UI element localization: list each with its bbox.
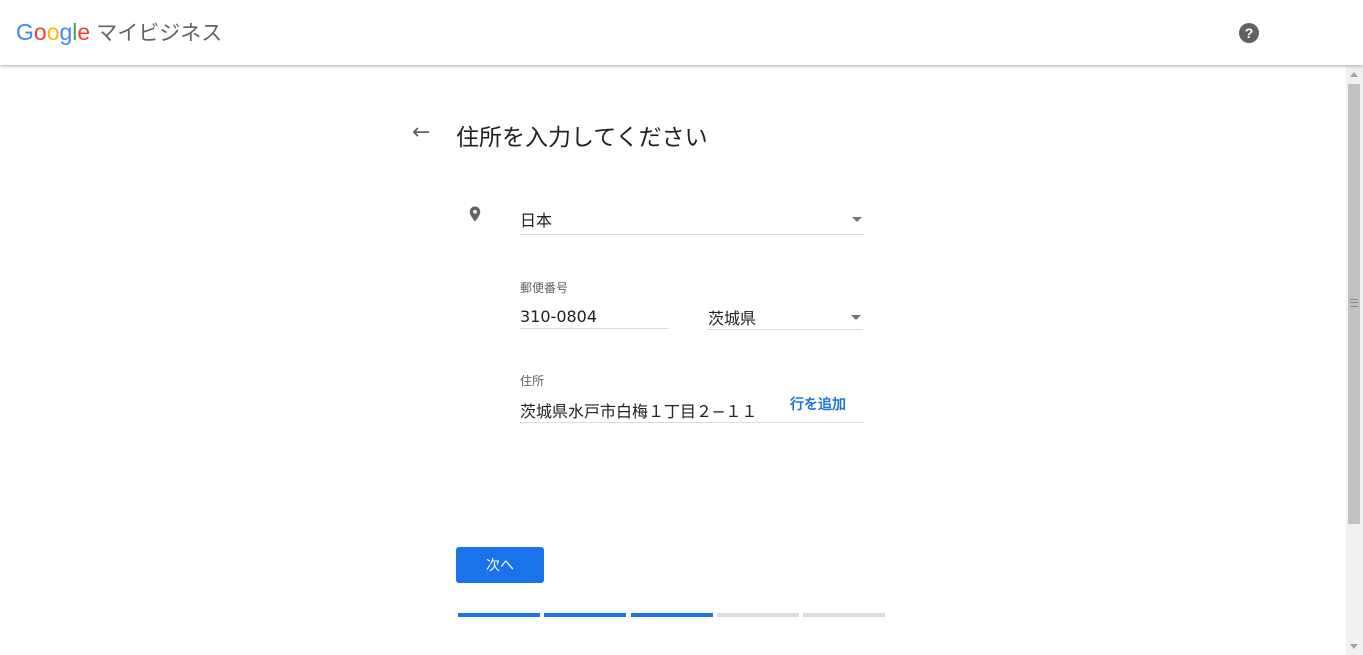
vertical-scrollbar[interactable] [1346, 66, 1363, 655]
product-name: マイビジネス [96, 22, 223, 45]
top-app-bar: Google マイビジネス ? [0, 0, 1363, 65]
address-label: 住所 [520, 374, 545, 388]
progress-step-complete [458, 613, 540, 617]
scroll-up-arrow-icon[interactable] [1350, 72, 1358, 77]
dropdown-caret-icon [852, 217, 862, 222]
postal-code-label: 郵便番号 [520, 281, 569, 295]
wordmark-letter: g [59, 19, 73, 45]
prefecture-value: 茨城県 [708, 309, 757, 328]
help-icon[interactable]: ? [1239, 23, 1259, 43]
address-underline [520, 422, 864, 423]
google-wordmark: Google [16, 19, 90, 45]
wordmark-letter: o [46, 19, 60, 45]
country-underline [520, 234, 864, 235]
wordmark-letter: e [77, 19, 91, 45]
dropdown-caret-icon [851, 315, 861, 320]
prefecture-underline [707, 329, 863, 330]
postal-code-underline [520, 328, 668, 329]
scrollbar-grip-icon [1350, 299, 1358, 307]
country-value: 日本 [520, 211, 553, 230]
page-title: 住所を入力してください [456, 125, 708, 151]
location-pin-icon [469, 206, 481, 222]
brand-logo[interactable]: Google マイビジネス [16, 17, 222, 47]
progress-step-pending [803, 613, 886, 617]
wordmark-letter: o [33, 19, 47, 45]
progress-step-pending [716, 613, 799, 617]
postal-code-value: 310-0804 [520, 307, 598, 326]
wordmark-letter: G [16, 19, 34, 45]
address-value: 茨城県水戸市白梅１丁目２−１１ [520, 402, 758, 421]
arrow-back-icon[interactable]: ← [412, 120, 430, 145]
progress-step-complete [630, 613, 713, 617]
add-line-link[interactable]: 行を追加 [790, 394, 846, 414]
progress-step-complete [544, 613, 627, 617]
scroll-down-arrow-icon[interactable] [1350, 644, 1358, 649]
next-button[interactable]: 次へ [456, 547, 544, 583]
